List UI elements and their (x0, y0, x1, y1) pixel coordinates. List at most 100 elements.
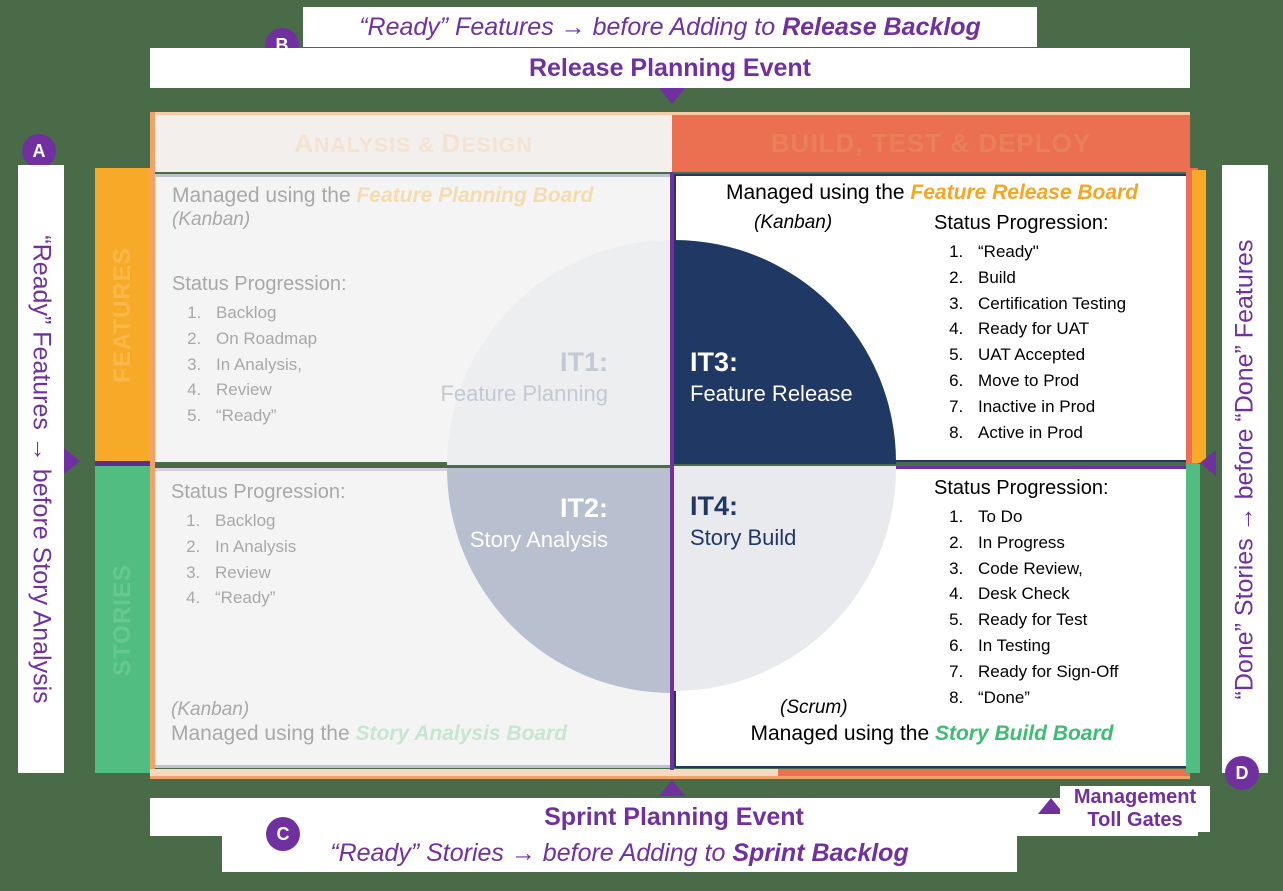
it4-status-block: Status Progression: To DoIn ProgressCode… (934, 477, 1118, 711)
management-toll-gates: Management Toll Gates (1060, 786, 1210, 832)
it1-board-name: Feature Planning Board (356, 184, 594, 207)
status-item: Inactive in Prod (968, 394, 1126, 420)
it1-label: IT1: Feature Planning (398, 346, 608, 407)
status-item: Ready for UAT (968, 316, 1126, 342)
badge-d: D (1225, 756, 1259, 790)
it2-status-list: BacklogIn AnalysisReview“Ready” (171, 508, 346, 611)
status-item: To Do (968, 504, 1118, 530)
status-item: Build (968, 265, 1126, 291)
top-banner-line1-text: “Ready” Features → before Adding to Rele… (359, 12, 981, 41)
status-item: Ready for Sign-Off (968, 659, 1118, 685)
frame-bottom-line (150, 776, 1190, 779)
it2-label: IT2: Story Analysis (398, 492, 608, 553)
right-banner-text: “Done” Stories → before “Done” Features (1230, 239, 1259, 699)
status-item: Ready for Test (968, 607, 1118, 633)
it2-managed-line: Managed using the Story Analysis Board (171, 722, 568, 745)
it4-method: (Scrum) (780, 697, 848, 718)
status-item: Move to Prod (968, 368, 1126, 394)
it2-status-block: Status Progression: BacklogIn AnalysisRe… (171, 481, 346, 611)
it4-managed-block: Managed using the Story Build Board (676, 721, 1188, 747)
it2-number: IT2: (559, 493, 608, 523)
band-divider (95, 461, 150, 466)
status-item: Certification Testing (968, 291, 1126, 317)
it2-status-title: Status Progression: (171, 481, 346, 503)
toll-gates-line1: Management (1073, 786, 1197, 808)
it3-method: (Kanban) (754, 212, 833, 233)
it2-name: Story Analysis (469, 526, 608, 552)
right-band-features (1192, 170, 1206, 463)
it2-managed-block: (Kanban) Managed using the Story Analysi… (171, 699, 567, 747)
status-item: In Progress (968, 530, 1118, 556)
status-item: Backlog (205, 508, 346, 534)
band-features-label: FEATURES (108, 246, 136, 383)
status-item: Code Review, (968, 556, 1118, 582)
it3-managed-block: Managed using the Feature Release Board (676, 180, 1188, 206)
it3-status-title: Status Progression: (934, 212, 1109, 234)
sprint-planning-event-label: Sprint Planning Event (544, 802, 804, 831)
band-stories: STORIES (95, 466, 150, 773)
status-item: “Done” (968, 685, 1118, 711)
status-item: Review (206, 377, 347, 403)
status-item: Backlog (206, 300, 347, 326)
it4-board-name: Story Build Board (934, 722, 1114, 745)
header-analysis-design: ANALYSIS & DESIGN (155, 115, 672, 172)
status-item: In Analysis, (206, 352, 347, 378)
it3-label: IT3: Feature Release (690, 346, 920, 407)
it1-number: IT1: (559, 347, 608, 377)
top-banner-line2: Release Planning Event (150, 48, 1190, 88)
toll-gates-line2: Toll Gates (1087, 809, 1183, 831)
it1-name: Feature Planning (440, 380, 608, 406)
release-planning-event-label: Release Planning Event (528, 53, 812, 82)
it3-board-name: Feature Release Board (910, 181, 1139, 204)
arrow-left-icon (1200, 450, 1216, 476)
it4-label: IT4: Story Build (690, 490, 920, 551)
it2-board-name: Story Analysis Board (355, 722, 568, 745)
status-item: In Testing (968, 633, 1118, 659)
arrow-up-icon (659, 780, 685, 796)
it1-status-block: Status Progression: BacklogOn RoadmapIn … (172, 273, 347, 429)
it1-status-list: BacklogOn RoadmapIn Analysis,Review“Read… (172, 300, 347, 429)
status-item: Desk Check (968, 581, 1118, 607)
bottom-banner-line2: “Ready” Stories → before Adding to Sprin… (222, 834, 1017, 872)
it3-managed-line: Managed using the Feature Release Board (725, 181, 1139, 204)
it4-number: IT4: (690, 491, 739, 521)
header-analysis-design-label: ANALYSIS & DESIGN (294, 128, 533, 158)
status-item: Review (205, 560, 346, 586)
header-build-test-deploy-label: BUILD, TEST & DEPLOY (770, 128, 1092, 158)
band-features: FEATURES (95, 168, 150, 461)
it3-status-block: Status Progression: “Ready"BuildCertific… (934, 212, 1126, 446)
it1-status-title: Status Progression: (172, 273, 347, 295)
band-stories-label: STORIES (108, 563, 136, 676)
top-banner-line1: “Ready” Features → before Adding to Rele… (303, 7, 1037, 47)
status-item: Active in Prod (968, 420, 1126, 446)
arrow-down-icon (659, 88, 685, 104)
it3-number: IT3: (690, 347, 739, 377)
header-build-test-deploy: BUILD, TEST & DEPLOY (672, 115, 1190, 172)
status-item: UAT Accepted (968, 342, 1126, 368)
it1-managed-block: Managed using the Feature Planning Board… (172, 183, 593, 231)
right-band-stories (1186, 464, 1200, 773)
status-item: “Ready” (206, 403, 347, 429)
it1-method: (Kanban) (172, 209, 251, 231)
left-vertical-banner: “Ready” Features → before Story Analysis (18, 165, 64, 773)
it4-status-title: Status Progression: (934, 477, 1109, 499)
it2-method: (Kanban) (171, 699, 250, 720)
it3-name: Feature Release (690, 380, 853, 406)
it3-status-list: “Ready"BuildCertification TestingReady f… (934, 239, 1126, 446)
it1-managed-line: Managed using the Feature Planning Board (172, 184, 594, 207)
it4-managed-line: Managed using the Story Build Board (750, 722, 1114, 745)
badge-c: C (266, 817, 300, 851)
it3-method-block: (Kanban) (754, 212, 832, 234)
status-item: In Analysis (205, 534, 346, 560)
it4-status-list: To DoIn ProgressCode Review,Desk CheckRe… (934, 504, 1118, 711)
bottom-banner-line2-text: “Ready” Stories → before Adding to Sprin… (330, 838, 909, 867)
column-divider (670, 172, 674, 770)
right-vertical-banner: “Done” Stories → before “Done” Features (1222, 165, 1268, 773)
badge-a: A (22, 134, 56, 168)
status-item: “Ready” (205, 585, 346, 611)
left-banner-text: “Ready” Features → before Story Analysis (27, 234, 56, 704)
it4-method-block: (Scrum) (780, 697, 848, 719)
status-item: On Roadmap (206, 326, 347, 352)
arrow-right-icon (64, 448, 80, 474)
it4-name: Story Build (690, 524, 797, 550)
